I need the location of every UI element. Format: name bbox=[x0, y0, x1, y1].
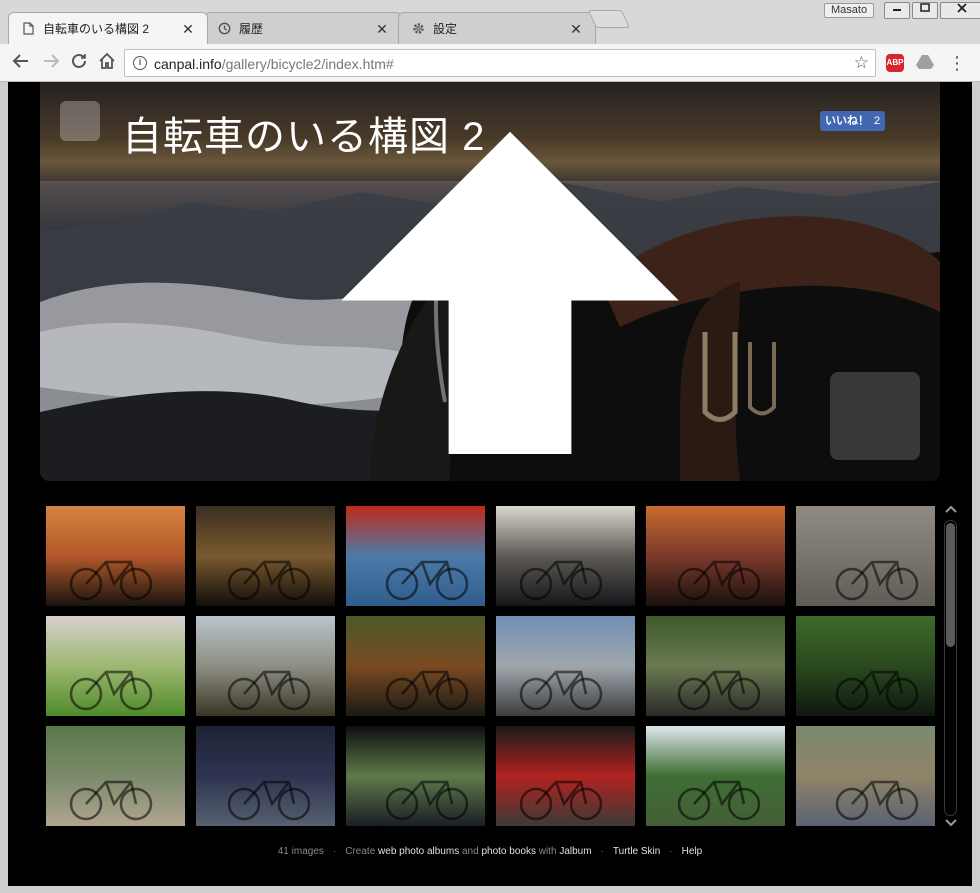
tab-settings[interactable]: 設定 ✕ bbox=[398, 12, 596, 44]
footer-create-text: Create bbox=[345, 846, 376, 857]
page-footer: 41 images · Create web photo albums and ph… bbox=[8, 846, 972, 857]
minimize-button[interactable] bbox=[884, 2, 910, 19]
maximize-button[interactable] bbox=[912, 2, 938, 19]
footer-with-text: with bbox=[538, 846, 557, 857]
facebook-like-button[interactable]: いいね！ 2 bbox=[820, 111, 886, 131]
thumbnail-scrollbar[interactable] bbox=[941, 502, 961, 832]
bicycle-silhouette-icon bbox=[835, 780, 919, 821]
thumbnail-forest-road-bike[interactable] bbox=[646, 616, 785, 716]
turtle-skin-link[interactable]: Turtle Skin bbox=[613, 846, 660, 857]
tab-gallery[interactable]: 自転車のいる構図 2 ✕ bbox=[8, 12, 208, 44]
window-close-button[interactable] bbox=[940, 2, 980, 19]
bicycle-silhouette-icon bbox=[227, 670, 311, 711]
profile-button[interactable]: Masato bbox=[824, 3, 875, 18]
photo-books-link[interactable]: photo books bbox=[481, 846, 536, 857]
bicycle-silhouette-icon bbox=[69, 780, 153, 821]
help-link[interactable]: Help bbox=[682, 846, 703, 857]
home-icon bbox=[99, 52, 115, 69]
jalbum-link[interactable]: Jalbum bbox=[559, 846, 591, 857]
tab-history[interactable]: 履歴 ✕ bbox=[204, 12, 402, 44]
bicycle-silhouette-icon bbox=[677, 780, 761, 821]
bookmark-star-icon[interactable]: ☆ bbox=[854, 53, 869, 73]
bicycle-silhouette-icon bbox=[519, 560, 603, 601]
url-text: canpal.info/gallery/bicycle2/index.htm# bbox=[154, 56, 394, 72]
url-host: canpal.info bbox=[154, 56, 222, 72]
window-controls bbox=[882, 2, 980, 19]
thumbnail-dome-building[interactable] bbox=[496, 616, 635, 716]
home-button[interactable] bbox=[96, 52, 118, 74]
thumbnail-shrine-path[interactable] bbox=[46, 726, 185, 826]
bicycle-silhouette-icon bbox=[835, 560, 919, 601]
new-tab-button[interactable] bbox=[587, 10, 631, 28]
bicycle-silhouette-icon bbox=[385, 780, 469, 821]
image-count: 41 images bbox=[277, 846, 324, 857]
bicycle-silhouette-icon bbox=[835, 670, 919, 711]
play-icon bbox=[830, 372, 940, 481]
footer-separator: · bbox=[600, 846, 604, 857]
bicycle-silhouette-icon bbox=[69, 670, 153, 711]
page-icon bbox=[21, 22, 35, 36]
history-icon bbox=[217, 22, 231, 36]
tab-label: 設定 bbox=[433, 22, 458, 36]
bicycle-silhouette-icon bbox=[385, 560, 469, 601]
thumbnail-autumn-bike[interactable] bbox=[346, 616, 485, 716]
bicycle-silhouette-icon bbox=[227, 560, 311, 601]
thumbnail-sakura-meadow[interactable] bbox=[46, 616, 185, 716]
thumbnail-sunset-sea-bikes[interactable] bbox=[46, 506, 185, 606]
thumbnail-red-flowers-bike[interactable] bbox=[796, 616, 935, 716]
footer-separator: · bbox=[332, 846, 337, 857]
url-path: /gallery/bicycle2/index.htm# bbox=[221, 56, 394, 72]
thumbnail-grid bbox=[46, 506, 946, 826]
tab-label: 自転車のいる構図 2 bbox=[43, 22, 150, 36]
back-arrow-icon bbox=[12, 54, 28, 68]
info-icon[interactable]: i bbox=[133, 56, 147, 70]
close-icon[interactable]: ✕ bbox=[569, 22, 583, 36]
browser-toolbar: i canpal.info/gallery/bicycle2/index.htm… bbox=[0, 44, 980, 82]
close-icon[interactable]: ✕ bbox=[375, 22, 389, 36]
close-icon[interactable]: ✕ bbox=[181, 22, 195, 36]
bicycle-silhouette-icon bbox=[385, 670, 469, 711]
bicycle-silhouette-icon bbox=[69, 560, 153, 601]
window-titlebar: 自転車のいる構図 2 ✕ 履歴 ✕ 設定 ✕ Masato bbox=[0, 0, 980, 44]
bicycle-silhouette-icon bbox=[519, 670, 603, 711]
bicycle-silhouette-icon bbox=[677, 670, 761, 711]
thumbnail-station-train[interactable] bbox=[496, 726, 635, 826]
menu-icon[interactable]: ⋮ bbox=[948, 53, 966, 73]
page-viewport: 自転車のいる構図 2 いいね！ 2 41 images · Create web p… bbox=[8, 82, 972, 886]
web-albums-link[interactable]: web photo albums bbox=[378, 846, 459, 857]
scroll-thumb[interactable] bbox=[946, 523, 955, 647]
adblock-extension-icon[interactable]: ABP bbox=[886, 54, 904, 72]
bicycle-silhouette-icon bbox=[677, 560, 761, 601]
thumbnail-cloud-sea-handlebar[interactable] bbox=[496, 506, 635, 606]
thumbnail-golden-sea-bikes[interactable] bbox=[196, 506, 335, 606]
hero-image[interactable]: 自転車のいる構図 2 いいね！ 2 bbox=[40, 82, 940, 481]
thumbnail-window-view[interactable] bbox=[346, 726, 485, 826]
scroll-down-icon[interactable] bbox=[944, 818, 958, 830]
footer-and-text: and bbox=[461, 846, 479, 857]
thumbnail-handlebar-closeup[interactable] bbox=[346, 506, 485, 606]
forward-arrow-icon bbox=[44, 54, 60, 68]
address-bar[interactable]: i canpal.info/gallery/bicycle2/index.htm… bbox=[124, 49, 876, 77]
footer-separator: · bbox=[669, 846, 673, 857]
thumbnail-post-figure[interactable] bbox=[196, 616, 335, 716]
thumbnail-night-street-bike[interactable] bbox=[196, 726, 335, 826]
reload-icon bbox=[72, 53, 86, 68]
tab-label: 履歴 bbox=[239, 22, 264, 36]
slideshow-play-button[interactable] bbox=[830, 372, 920, 460]
scroll-track[interactable] bbox=[944, 520, 957, 816]
thumbnail-gravel-blue-bike[interactable] bbox=[796, 506, 935, 606]
scroll-up-icon[interactable] bbox=[944, 504, 958, 516]
thumbnail-riverbank-bike[interactable] bbox=[796, 726, 935, 826]
up-button[interactable] bbox=[60, 101, 679, 454]
bicycle-silhouette-icon bbox=[227, 780, 311, 821]
drive-extension-icon[interactable] bbox=[916, 54, 934, 72]
back-button[interactable] bbox=[10, 52, 32, 74]
thumbnail-pond-temple[interactable] bbox=[646, 726, 785, 826]
thumbnail-sunset-handlebar[interactable] bbox=[646, 506, 785, 606]
forward-button[interactable] bbox=[40, 52, 62, 74]
reload-button[interactable] bbox=[68, 52, 90, 74]
gear-icon bbox=[411, 22, 425, 36]
gallery-title: 自転車のいる構図 2 bbox=[122, 115, 486, 159]
bicycle-silhouette-icon bbox=[519, 780, 603, 821]
